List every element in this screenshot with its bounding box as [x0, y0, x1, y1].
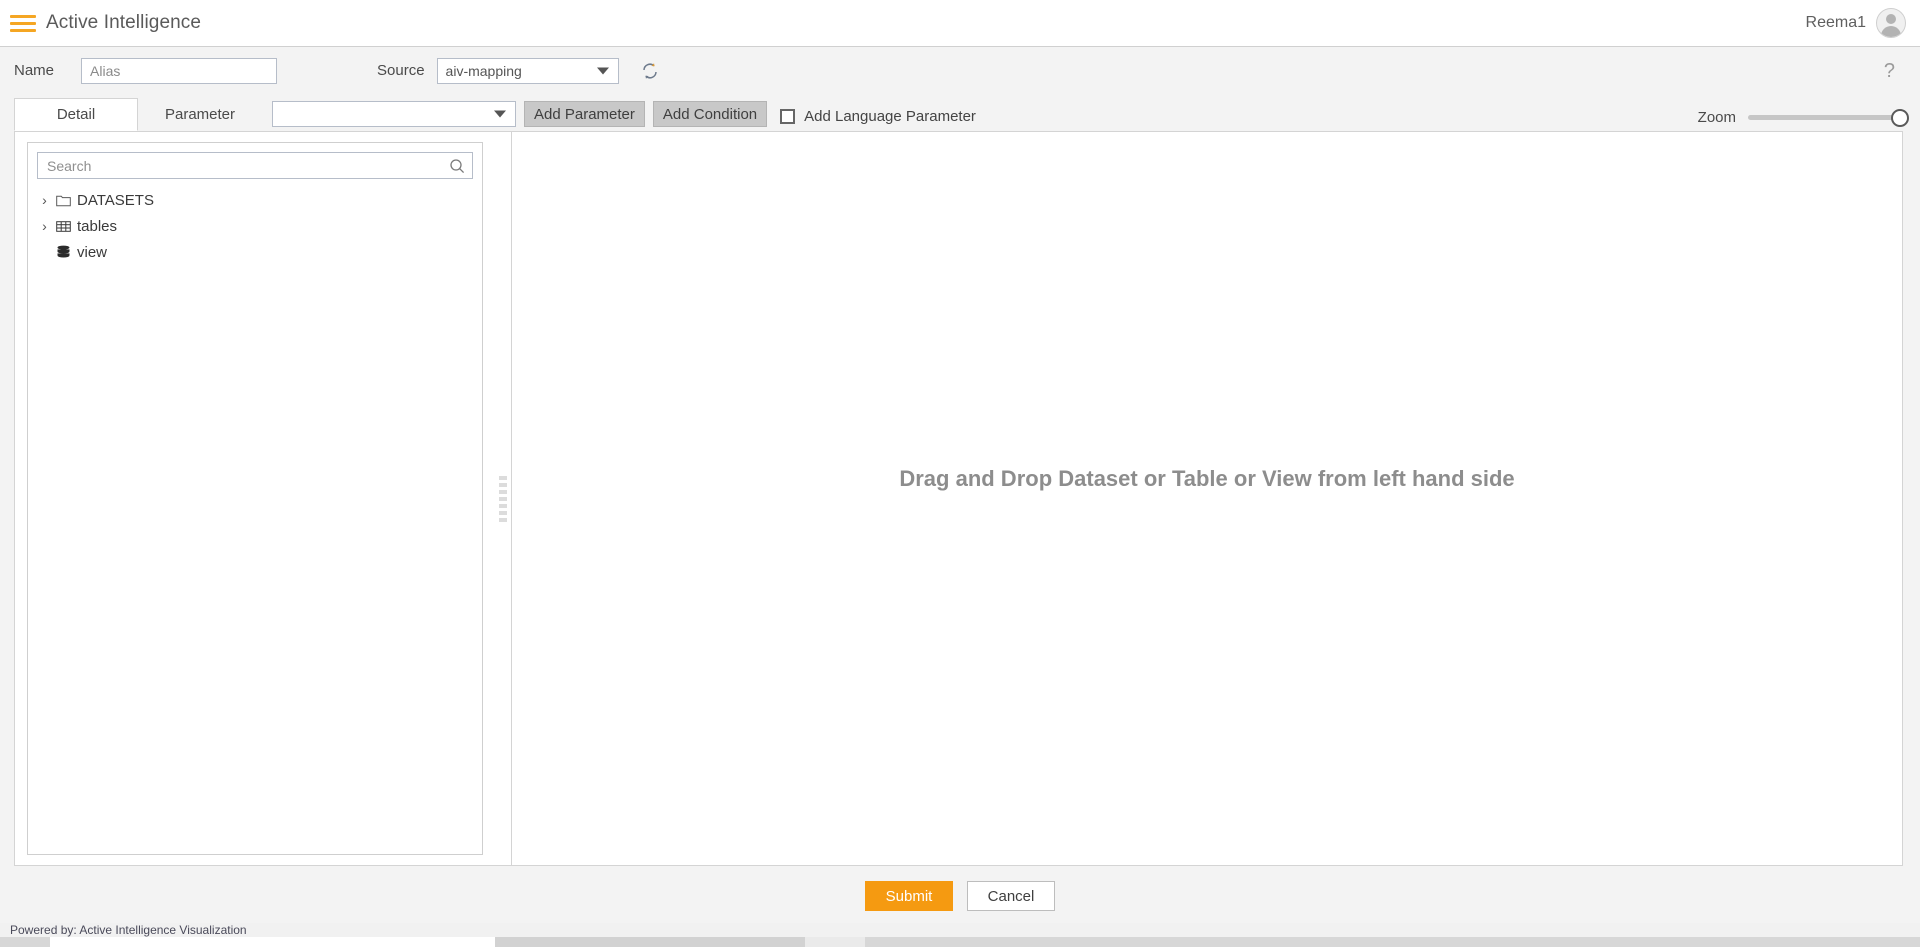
search-input[interactable]: [45, 156, 449, 175]
user-name: Reema1: [1805, 14, 1866, 31]
tree-item-label: tables: [77, 217, 118, 235]
name-input[interactable]: [81, 57, 278, 84]
parameter-select[interactable]: [272, 101, 516, 127]
zoom-control[interactable]: Zoom: [1697, 108, 1909, 127]
grip-dot: [499, 503, 507, 508]
user-area[interactable]: Reema1: [1806, 8, 1906, 38]
panes-container: › DATASETS ›: [14, 131, 1903, 866]
footer: Powered by: Active Intelligence Visualiz…: [0, 923, 1920, 937]
chevron-down-icon: [596, 67, 609, 74]
tree-item-view[interactable]: view: [37, 239, 473, 265]
workspace: › DATASETS ›: [0, 131, 1920, 869]
hamburger-menu-icon[interactable]: [10, 13, 36, 33]
hamburger-bar: [10, 28, 36, 32]
dataset-tree-box: › DATASETS ›: [27, 142, 483, 855]
source-label: Source: [377, 62, 425, 79]
grip-dot: [499, 510, 507, 515]
name-label: Name: [14, 62, 55, 79]
grip-dot: [499, 475, 507, 480]
table-grid-icon: [55, 218, 72, 235]
grip-dot: [499, 496, 507, 501]
tab-detail-label: Detail: [56, 106, 96, 123]
database-stack-icon: [55, 244, 72, 261]
hamburger-bar: [10, 21, 36, 25]
add-condition-button[interactable]: Add Condition: [652, 101, 768, 127]
name-source-bar: Name Source aiv-mapping ?: [0, 47, 1920, 94]
taskbar-segment: [495, 937, 805, 947]
browser-taskbar-strip: [0, 937, 1920, 947]
source-select-value: aiv-mapping: [445, 62, 522, 79]
submit-button[interactable]: Submit: [865, 881, 953, 911]
search-field[interactable]: [37, 152, 473, 179]
tree-item-tables[interactable]: › tables: [37, 213, 473, 239]
grip-dot: [499, 517, 507, 522]
chevron-down-icon: [494, 110, 506, 118]
pane-splitter[interactable]: [495, 132, 511, 865]
zoom-slider-thumb[interactable]: [1891, 108, 1909, 127]
left-panel: › DATASETS ›: [15, 132, 495, 865]
source-select[interactable]: aiv-mapping: [436, 57, 619, 84]
design-canvas[interactable]: Drag and Drop Dataset or Table or View f…: [511, 132, 1902, 865]
add-parameter-button[interactable]: Add Parameter: [524, 101, 645, 127]
app-title: Active Intelligence: [46, 12, 202, 33]
folder-icon: [55, 192, 72, 209]
add-language-parameter-label: Add Language Parameter: [804, 108, 976, 125]
dataset-tree: › DATASETS › tables view: [37, 187, 473, 265]
refresh-icon[interactable]: [639, 60, 661, 82]
tab-detail[interactable]: Detail: [14, 98, 138, 131]
drag-grip-icon[interactable]: [499, 475, 507, 522]
tree-item-label: view: [77, 243, 108, 261]
app-header: Active Intelligence Reema1: [0, 0, 1920, 47]
user-avatar-icon[interactable]: [1876, 8, 1906, 38]
add-language-parameter-field[interactable]: Add Language Parameter: [780, 108, 976, 125]
grip-dot: [499, 482, 507, 487]
help-question-icon[interactable]: ?: [1884, 61, 1895, 81]
taskbar-segment: [865, 937, 1905, 947]
hamburger-bar: [10, 14, 36, 18]
grip-dot: [499, 489, 507, 494]
toolbar: Detail Parameter Add Parameter Add Condi…: [0, 94, 1920, 131]
drop-hint-text: Drag and Drop Dataset or Table or View f…: [899, 465, 1515, 491]
action-bar: Submit Cancel: [0, 869, 1920, 923]
tree-item-datasets[interactable]: › DATASETS: [37, 187, 473, 213]
search-icon[interactable]: [449, 158, 465, 174]
add-language-parameter-checkbox[interactable]: [780, 109, 796, 124]
tab-parameter-label: Parameter: [164, 106, 236, 123]
taskbar-segment: [50, 937, 495, 947]
taskbar-segment: [805, 937, 865, 947]
chevron-right-icon[interactable]: ›: [39, 219, 50, 233]
zoom-slider-track[interactable]: [1748, 108, 1909, 127]
zoom-label: Zoom: [1697, 109, 1736, 126]
chevron-right-icon[interactable]: ›: [39, 193, 50, 207]
tree-item-label: DATASETS: [77, 191, 154, 209]
footer-text: Powered by: Active Intelligence Visualiz…: [10, 923, 247, 937]
tab-parameter[interactable]: Parameter: [138, 98, 262, 131]
cancel-button[interactable]: Cancel: [967, 881, 1055, 911]
